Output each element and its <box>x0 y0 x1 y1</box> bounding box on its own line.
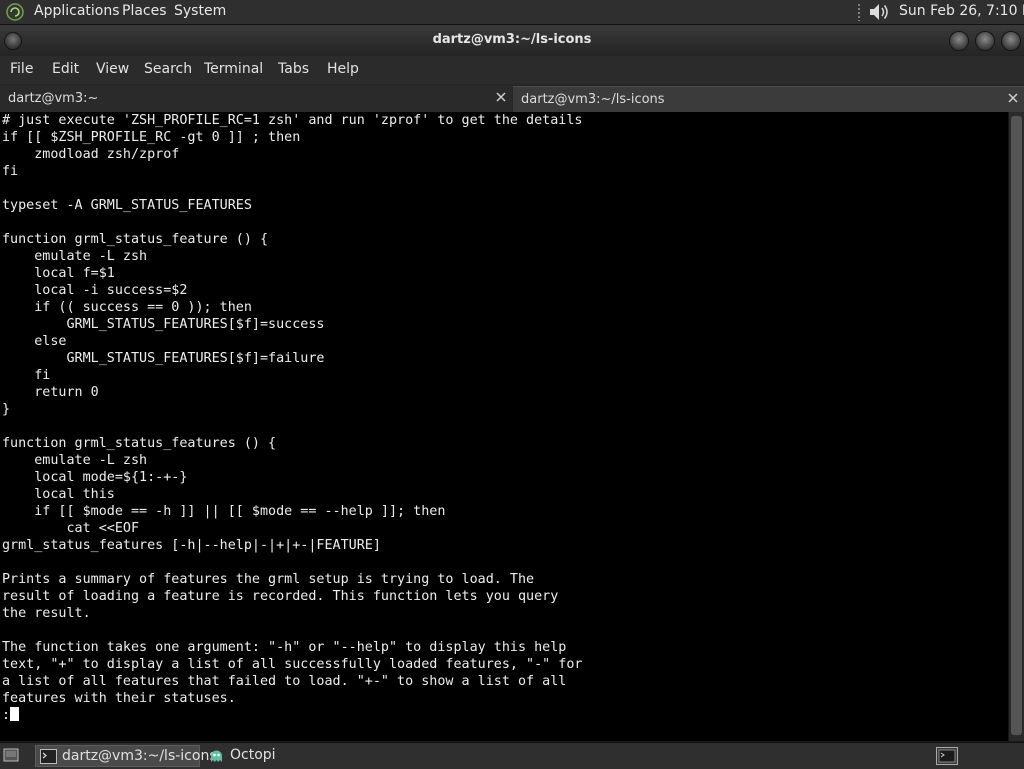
menu-view[interactable]: View <box>96 61 129 77</box>
top-panel: Applications Places System Sun Feb 26, 7… <box>0 0 1024 25</box>
close-tab-icon[interactable] <box>494 90 508 104</box>
menu-file[interactable]: File <box>10 61 33 77</box>
terminal-line: } <box>2 402 11 417</box>
terminal-line: typeset -A GRML_STATUS_FEATURES <box>2 198 252 213</box>
octopi-icon <box>211 750 222 762</box>
terminal-line: function grml_status_features () { <box>2 436 277 451</box>
tab-ls-icons[interactable]: dartz@vm3:~/ls-icons <box>513 86 1024 112</box>
terminal-line: local -i success=$2 <box>2 283 188 298</box>
scrollbar-thumb[interactable] <box>1011 116 1022 735</box>
taskbar-item-label: dartz@vm3:~/ls-icons <box>62 748 217 764</box>
terminal-output[interactable]: # just execute 'ZSH_PROFILE_RC=1 zsh' an… <box>0 112 1008 741</box>
terminal-line: if [[ $ZSH_PROFILE_RC -gt 0 ]] ; then <box>2 130 301 145</box>
tab-label: dartz@vm3:~/ls-icons <box>521 92 665 107</box>
tab-bar: dartz@vm3:~ dartz@vm3:~/ls-icons <box>0 84 1024 113</box>
terminal-line: fi <box>2 164 19 179</box>
close-window-button[interactable] <box>1001 31 1021 51</box>
prompt-text: : <box>2 708 11 723</box>
taskbar-item-terminal[interactable]: dartz@vm3:~/ls-icons <box>35 745 217 767</box>
terminal-line: a list of all features that failed to lo… <box>2 674 567 689</box>
show-desktop-icon[interactable] <box>3 748 19 763</box>
terminal-line: zmodload zsh/zprof <box>2 147 180 162</box>
menu-tabs[interactable]: Tabs <box>278 61 309 77</box>
panel-grip <box>857 3 861 21</box>
terminal-line: features with their statuses. <box>2 691 236 706</box>
terminal-line: emulate -L zsh <box>2 249 148 264</box>
terminal-line: emulate -L zsh <box>2 453 148 468</box>
system-menu[interactable]: System <box>174 3 226 19</box>
tab-label: dartz@vm3:~ <box>8 91 99 106</box>
taskbar-item-label: Octopi <box>230 747 276 763</box>
places-menu[interactable]: Places <box>122 3 167 19</box>
clock[interactable]: Sun Feb 26, 7:10 PM <box>899 3 1024 19</box>
applications-menu[interactable]: Applications <box>34 3 120 19</box>
menu-help[interactable]: Help <box>327 61 359 77</box>
text-cursor <box>10 707 20 721</box>
menu-edit[interactable]: Edit <box>52 61 79 77</box>
terminal-line: function grml_status_feature () { <box>2 232 269 247</box>
terminal-line: local this <box>2 487 115 502</box>
minimize-button[interactable] <box>949 31 969 51</box>
terminal-line: return 0 <box>2 385 99 400</box>
taskbar-item-octopi[interactable]: Octopi <box>204 745 324 767</box>
terminal-line: if [[ $mode == -h ]] || [[ $mode == --he… <box>2 504 446 519</box>
terminal-line: GRML_STATUS_FEATURES[$f]=success <box>2 317 325 332</box>
workspace-switcher-icon[interactable] <box>936 747 958 765</box>
terminal-line: result of loading a feature is recorded.… <box>2 589 559 604</box>
maximize-button[interactable] <box>975 31 995 51</box>
tab-home[interactable]: dartz@vm3:~ <box>0 86 512 112</box>
menu-terminal[interactable]: Terminal <box>204 61 263 77</box>
terminal-line: grml_status_features [-h|--help|-|+|+-|F… <box>2 538 381 553</box>
terminal-line: GRML_STATUS_FEATURES[$f]=failure <box>2 351 325 366</box>
terminal-line: text, "+" to display a list of all succe… <box>2 657 583 672</box>
terminal-line: else <box>2 334 67 349</box>
terminal-line: The function takes one argument: "-h" or… <box>2 640 567 655</box>
terminal-line: the result. <box>2 606 91 621</box>
terminal-line: cat <<EOF <box>2 521 140 536</box>
distro-logo-icon[interactable] <box>6 3 24 21</box>
terminal-line: local mode=${1:-+-} <box>2 470 188 485</box>
terminal-line: # just execute 'ZSH_PROFILE_RC=1 zsh' an… <box>2 113 583 128</box>
terminal-line: fi <box>2 368 51 383</box>
volume-icon[interactable] <box>868 2 890 22</box>
close-tab-icon[interactable] <box>1006 91 1020 105</box>
terminal-line: Prints a summary of features the grml se… <box>2 572 535 587</box>
terminal-line: local f=$1 <box>2 266 115 281</box>
terminal-scrollbar[interactable] <box>1008 112 1024 741</box>
window-title: dartz@vm3:~/ls-icons <box>432 32 592 47</box>
pager-prompt[interactable]: : <box>0 707 1008 724</box>
terminal-line: if (( success == 0 )); then <box>2 300 252 315</box>
menu-search[interactable]: Search <box>144 61 192 77</box>
menubar: File Edit View Search Terminal Tabs Help <box>0 56 1024 84</box>
window-titlebar[interactable]: dartz@vm3:~/ls-icons <box>0 25 1024 56</box>
terminal-icon <box>40 749 57 764</box>
bottom-panel: dartz@vm3:~/ls-icons Octopi <box>0 742 1024 769</box>
